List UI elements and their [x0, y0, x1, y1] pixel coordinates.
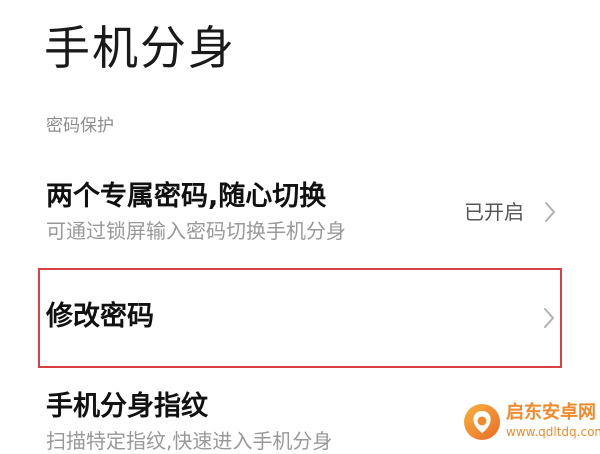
row-title: 修改密码: [46, 301, 154, 332]
settings-row-dual-password[interactable]: 两个专属密码,随心切换 可通过锁屏输入密码切换手机分身 已开启: [0, 168, 600, 260]
watermark: 启东安卓网 www.qdltdq.com: [462, 400, 600, 446]
watermark-url: www.qdltdq.com: [506, 425, 600, 439]
row-subtitle: 扫描特定指纹,快速进入手机分身: [46, 429, 333, 453]
row-status: 已开启: [464, 200, 524, 224]
chevron-right-icon: [544, 201, 556, 223]
watermark-name: 启东安卓网: [506, 402, 596, 423]
row-title: 两个专属密码,随心切换: [46, 181, 327, 212]
row-title: 手机分身指纹: [46, 391, 208, 422]
page-title: 手机分身: [44, 21, 236, 75]
section-header-password-protection: 密码保护: [46, 116, 114, 136]
settings-row-change-password[interactable]: 修改密码: [38, 268, 562, 368]
row-subtitle: 可通过锁屏输入密码切换手机分身: [46, 219, 346, 243]
chevron-right-icon: [543, 307, 555, 329]
watermark-logo-icon: [462, 402, 502, 442]
